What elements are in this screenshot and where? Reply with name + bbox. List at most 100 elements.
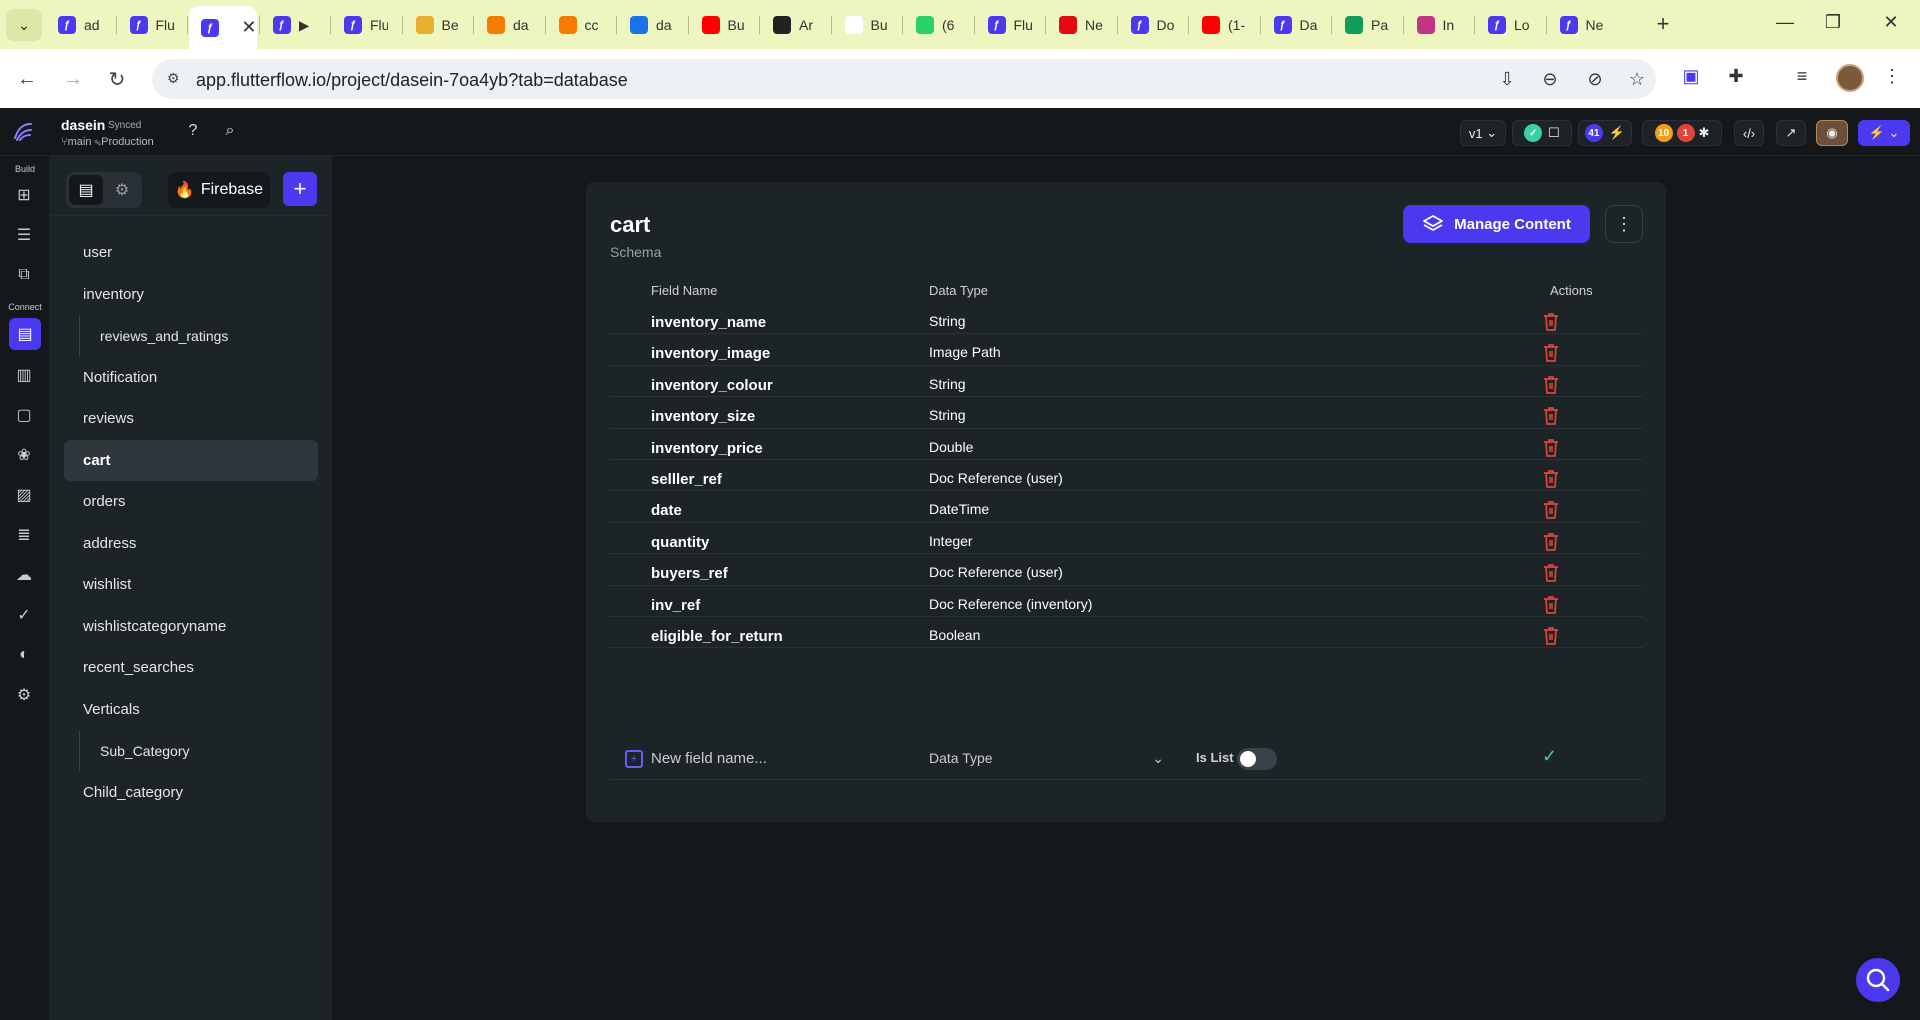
close-tab-icon[interactable]: ✕	[241, 17, 256, 38]
collection-item[interactable]: cart	[64, 439, 318, 481]
project-name[interactable]: dasein	[61, 117, 105, 133]
address-bar[interactable]: ⚙ app.flutterflow.io/project/dasein-7oa4…	[152, 59, 1656, 99]
eye-off-icon[interactable]: ⊘	[1584, 69, 1606, 91]
new-field-name-input[interactable]	[651, 747, 871, 769]
install-app-icon[interactable]: ⇩	[1496, 69, 1518, 91]
profile-avatar[interactable]	[1836, 64, 1864, 92]
field-type[interactable]: String	[929, 376, 966, 392]
extensions-puzzle-icon[interactable]: ✚	[1724, 66, 1748, 90]
field-name[interactable]: inv_ref	[651, 597, 700, 614]
status-pill[interactable]: ✓ ☐	[1512, 120, 1572, 146]
issues-pill[interactable]: 10 1 ✱	[1642, 120, 1722, 146]
browser-tab[interactable]: da	[475, 8, 543, 42]
open-external-button[interactable]: ↗	[1776, 120, 1806, 146]
schema-field-row[interactable]: buyers_ref Doc Reference (user)	[610, 554, 1643, 586]
preview-button[interactable]: ◉	[1816, 120, 1848, 146]
browser-tab[interactable]: (6	[904, 8, 972, 42]
schema-field-row[interactable]: selller_ref Doc Reference (user)	[610, 460, 1643, 492]
data-type-select[interactable]: Data Type ⌄	[929, 746, 1164, 770]
settings-tab-icon[interactable]: ⚙	[105, 175, 139, 205]
restore-button[interactable]: ❐	[1818, 12, 1848, 33]
forward-button[interactable]: →	[58, 64, 88, 94]
collection-item[interactable]: wishlist	[64, 564, 318, 605]
schema-field-row[interactable]: inventory_colour String	[610, 366, 1643, 398]
schema-field-row[interactable]: inventory_price Double	[610, 429, 1643, 460]
code-view-button[interactable]: ‹/›	[1734, 120, 1764, 146]
collection-item[interactable]: Child_category	[64, 772, 318, 813]
field-type[interactable]: Image Path	[929, 344, 1001, 360]
field-type[interactable]: Integer	[929, 533, 973, 549]
collection-item[interactable]: Notification	[64, 357, 318, 398]
close-window-button[interactable]: ✕	[1876, 12, 1906, 33]
browser-tab[interactable]: In	[1405, 8, 1473, 42]
browser-tab[interactable]: (1-	[1190, 8, 1258, 42]
browser-tab[interactable]: Be	[404, 8, 472, 42]
media-controls-icon[interactable]: ≡	[1790, 66, 1814, 90]
bookmark-star-icon[interactable]: ☆	[1626, 69, 1648, 91]
browser-tab[interactable]: Bu	[833, 8, 901, 42]
extension-icon[interactable]: ▣	[1679, 66, 1703, 90]
run-button[interactable]: ⚡ ⌄	[1858, 120, 1910, 146]
tab-search-button[interactable]: ⌄	[6, 9, 42, 41]
field-type[interactable]: Doc Reference (user)	[929, 564, 1063, 580]
field-type[interactable]: Boolean	[929, 627, 980, 643]
collection-item[interactable]: recent_searches	[64, 647, 318, 688]
browser-tab[interactable]: Bu	[690, 8, 758, 42]
app-state-icon[interactable]: ▢	[11, 402, 37, 428]
browser-tab[interactable]: cc	[547, 8, 615, 42]
field-name[interactable]: date	[651, 502, 682, 519]
collection-item[interactable]: orders	[64, 481, 318, 522]
reload-button[interactable]: ↻	[102, 64, 132, 94]
field-name[interactable]: buyers_ref	[651, 565, 728, 582]
components-icon[interactable]: ⧉	[11, 262, 37, 288]
firestore-database-icon[interactable]: ▤	[9, 318, 41, 350]
schema-field-row[interactable]: inventory_size String	[610, 397, 1643, 429]
add-collection-button[interactable]: +	[283, 172, 317, 206]
search-icon[interactable]: ⌕	[220, 122, 240, 142]
schema-field-row[interactable]: date DateTime	[610, 491, 1643, 523]
support-chat-button[interactable]	[1856, 958, 1900, 1002]
field-type[interactable]: Doc Reference (user)	[929, 470, 1063, 486]
site-info-icon[interactable]: ⚙	[167, 70, 185, 88]
field-name[interactable]: inventory_price	[651, 440, 763, 457]
data-schema-icon[interactable]: ▥	[11, 362, 37, 388]
custom-code-icon[interactable]: ≣	[11, 522, 37, 548]
schema-field-row[interactable]: quantity Integer	[610, 523, 1643, 555]
field-type[interactable]: DateTime	[929, 501, 989, 517]
is-list-toggle[interactable]	[1237, 748, 1277, 770]
zoom-icon[interactable]: ⊖	[1539, 69, 1561, 91]
theme-icon[interactable]: ◐	[11, 642, 37, 668]
schema-field-row[interactable]: inv_ref Doc Reference (inventory)	[610, 586, 1643, 617]
browser-tab[interactable]: ƒ ▶	[261, 8, 329, 42]
back-button[interactable]: ←	[12, 64, 42, 94]
field-type[interactable]: String	[929, 313, 966, 329]
collection-item[interactable]: address	[64, 523, 318, 564]
confirm-add-field-icon[interactable]: ✓	[1542, 746, 1557, 767]
collections-tab-icon[interactable]: ▤	[69, 175, 103, 205]
browser-tab[interactable]: ƒ Flu	[332, 8, 400, 42]
minimize-button[interactable]: —	[1770, 12, 1800, 33]
chrome-menu-icon[interactable]: ⋮	[1880, 66, 1904, 90]
field-name[interactable]: eligible_for_return	[651, 628, 783, 645]
browser-tab[interactable]: ƒ ad	[46, 8, 114, 42]
browser-tab[interactable]: ƒ ✕	[189, 6, 257, 49]
browser-tab[interactable]: ƒ Flu	[976, 8, 1044, 42]
browser-tab[interactable]: ƒ Flu	[118, 8, 186, 42]
branch-info[interactable]: ⑂main ✎Production	[61, 136, 154, 148]
browser-tab[interactable]: Ar	[761, 8, 829, 42]
field-name[interactable]: inventory_image	[651, 345, 770, 362]
collection-item[interactable]: reviews_and_ratings	[79, 315, 318, 356]
field-name[interactable]: inventory_name	[651, 314, 766, 331]
browser-tab[interactable]: ƒ Do	[1119, 8, 1187, 42]
browser-tab[interactable]: ƒ Da	[1262, 8, 1330, 42]
browser-tab[interactable]: ƒ Ne	[1548, 8, 1616, 42]
flutterflow-logo[interactable]	[11, 120, 35, 144]
schema-field-row[interactable]: inventory_name String	[610, 303, 1643, 335]
field-name[interactable]: inventory_colour	[651, 377, 773, 394]
field-type[interactable]: String	[929, 407, 966, 423]
url-text[interactable]: app.flutterflow.io/project/dasein-7oa4yb…	[196, 70, 628, 91]
browser-tab[interactable]: ƒ Lo	[1476, 8, 1544, 42]
schema-field-row[interactable]: inventory_image Image Path	[610, 334, 1643, 366]
firebase-button[interactable]: 🔥 Firebase	[168, 172, 270, 208]
field-name[interactable]: selller_ref	[651, 471, 722, 488]
